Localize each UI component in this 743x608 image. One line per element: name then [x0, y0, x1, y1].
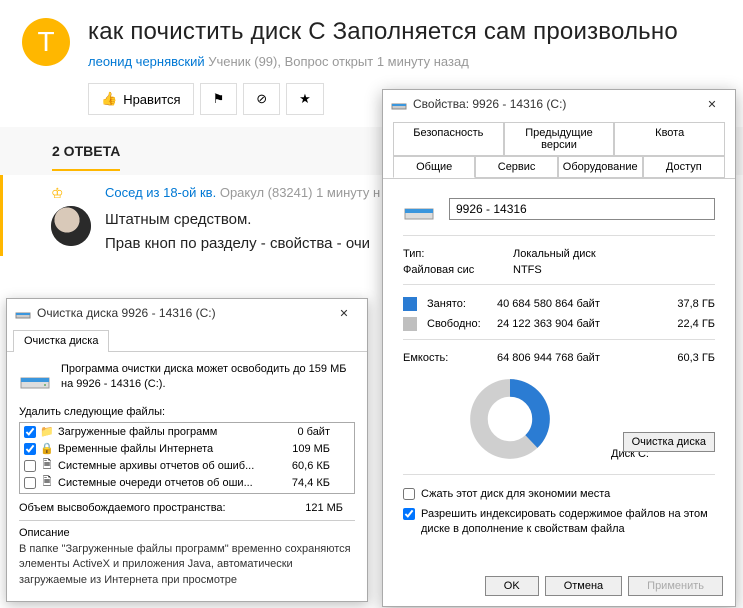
star-button[interactable]: ★	[286, 83, 324, 115]
answer-avatar	[51, 206, 91, 246]
like-button[interactable]: 👍 Нравится	[88, 83, 194, 115]
capacity-label: Емкость:	[403, 352, 497, 364]
drive-icon	[15, 305, 31, 321]
disk-name-input[interactable]	[449, 198, 715, 220]
free-gb: 22,4 ГБ	[677, 318, 715, 330]
desc-text: В папке "Загруженные файлы программ" вре…	[19, 542, 355, 588]
answer-rank: Оракул (83241)	[220, 185, 313, 200]
close-icon: ✕	[339, 307, 348, 320]
tab-general[interactable]: Общие	[393, 156, 475, 178]
question-title: как почистить диск С Заполняется сам про…	[88, 18, 678, 46]
used-swatch	[403, 297, 417, 311]
drive-icon	[391, 96, 407, 112]
checkbox[interactable]	[24, 460, 36, 472]
avatar: Т	[22, 18, 70, 66]
cleanup-info: Программа очистки диска может освободить…	[61, 362, 355, 393]
free-label: Свободно:	[427, 318, 497, 330]
drive-icon	[403, 193, 435, 225]
desc-label: Описание	[19, 527, 355, 539]
list-item[interactable]: 🔒 Временные файлы Интернета109 МБ	[20, 440, 354, 457]
type-value: Локальный диск	[513, 248, 596, 260]
tab-hardware[interactable]: Оборудование	[558, 156, 643, 178]
used-label: Занято:	[427, 298, 497, 310]
file-icon: 🗎	[40, 459, 54, 473]
apply-button[interactable]: Применить	[628, 576, 723, 596]
dialog-title: Свойства: 9926 - 14316 (C:)	[413, 97, 697, 111]
like-label: Нравится	[123, 92, 180, 107]
thumbs-up-icon: 👍	[101, 91, 117, 107]
list-item[interactable]: 🗎 Системные архивы отчетов об ошиб...60,6…	[20, 457, 354, 474]
compress-checkbox[interactable]	[403, 488, 415, 500]
fs-value: NTFS	[513, 264, 542, 276]
tab-quota[interactable]: Квота	[614, 122, 725, 156]
item-size: 74,4 КБ	[292, 477, 350, 489]
tab-cleanup[interactable]: Очистка диска	[13, 330, 109, 352]
tab-security[interactable]: Безопасность	[393, 122, 504, 156]
capacity-gb: 60,3 ГБ	[677, 352, 715, 364]
block-button[interactable]: ⊘	[243, 83, 280, 115]
used-bytes: 40 684 580 864 байт	[497, 298, 627, 310]
list-label: Удалить следующие файлы:	[19, 406, 355, 418]
item-name: Загруженные файлы программ	[58, 426, 297, 438]
author-meta: Ученик (99), Вопрос открыт 1 минуту наза…	[208, 54, 469, 69]
index-label: Разрешить индексировать содержимое файло…	[421, 507, 715, 536]
cancel-button[interactable]: Отмена	[545, 576, 622, 596]
compress-label: Сжать этот диск для экономии места	[421, 487, 610, 501]
checkbox[interactable]	[24, 477, 36, 489]
index-checkbox[interactable]	[403, 508, 415, 520]
disk-cleanup-button[interactable]: Очистка диска	[623, 432, 715, 452]
used-gb: 37,8 ГБ	[677, 298, 715, 310]
checkbox[interactable]	[24, 426, 36, 438]
capacity-bytes: 64 806 944 768 байт	[497, 352, 627, 364]
crown-icon: ♔	[51, 185, 91, 202]
question-meta: леонид чернявский Ученик (99), Вопрос от…	[88, 54, 678, 69]
tab-sharing[interactable]: Доступ	[643, 156, 725, 178]
close-icon: ✕	[707, 98, 716, 111]
block-icon: ⊘	[256, 91, 267, 107]
freed-label: Объем высвобождаемого пространства:	[19, 502, 226, 514]
checkbox[interactable]	[24, 443, 36, 455]
answer-author-link[interactable]: Сосед из 18-ой кв.	[105, 185, 216, 200]
close-button[interactable]: ✕	[329, 303, 359, 323]
author-link[interactable]: леонид чернявский	[88, 54, 205, 69]
list-item[interactable]: 📁 Загруженные файлы программ0 байт	[20, 423, 354, 440]
flag-icon: ⚑	[213, 91, 225, 107]
tab-tools[interactable]: Сервис	[475, 156, 557, 178]
properties-dialog: Свойства: 9926 - 14316 (C:) ✕ Безопаснос…	[382, 89, 736, 607]
lock-icon: 🔒	[40, 442, 54, 456]
item-name: Временные файлы Интернета	[58, 443, 292, 455]
fs-label: Файловая сис	[403, 264, 513, 276]
disk-cleanup-dialog: Очистка диска 9926 - 14316 (C:) ✕ Очистк…	[6, 298, 368, 602]
file-icon: 🗎	[40, 476, 54, 490]
answer-line: Штатным средством.	[105, 208, 380, 232]
tab-previous-versions[interactable]: Предыдущие версии	[504, 122, 615, 156]
answer-time: 1 минуту н	[316, 185, 380, 200]
item-name: Системные очереди отчетов об оши...	[58, 477, 292, 489]
free-bytes: 24 122 363 904 байт	[497, 318, 627, 330]
star-icon: ★	[299, 91, 311, 107]
file-list: 📁 Загруженные файлы программ0 байт 🔒 Време…	[19, 422, 355, 494]
item-size: 60,6 КБ	[292, 460, 350, 472]
item-size: 0 байт	[297, 426, 350, 438]
usage-donut	[469, 378, 551, 460]
free-swatch	[403, 317, 417, 331]
type-label: Тип:	[403, 248, 513, 260]
drive-icon	[19, 362, 51, 394]
dialog-title: Очистка диска 9926 - 14316 (C:)	[37, 306, 329, 320]
item-name: Системные архивы отчетов об ошиб...	[58, 460, 292, 472]
close-button[interactable]: ✕	[697, 94, 727, 114]
folder-icon: 📁	[40, 425, 54, 439]
flag-button[interactable]: ⚑	[200, 83, 238, 115]
list-item[interactable]: 🗎 Системные очереди отчетов об оши...74,4…	[20, 474, 354, 491]
answer-line: Прав кноп по разделу - свойства - очи	[105, 232, 380, 256]
item-size: 109 МБ	[292, 443, 350, 455]
freed-value: 121 МБ	[305, 502, 343, 514]
ok-button[interactable]: OK	[485, 576, 539, 596]
